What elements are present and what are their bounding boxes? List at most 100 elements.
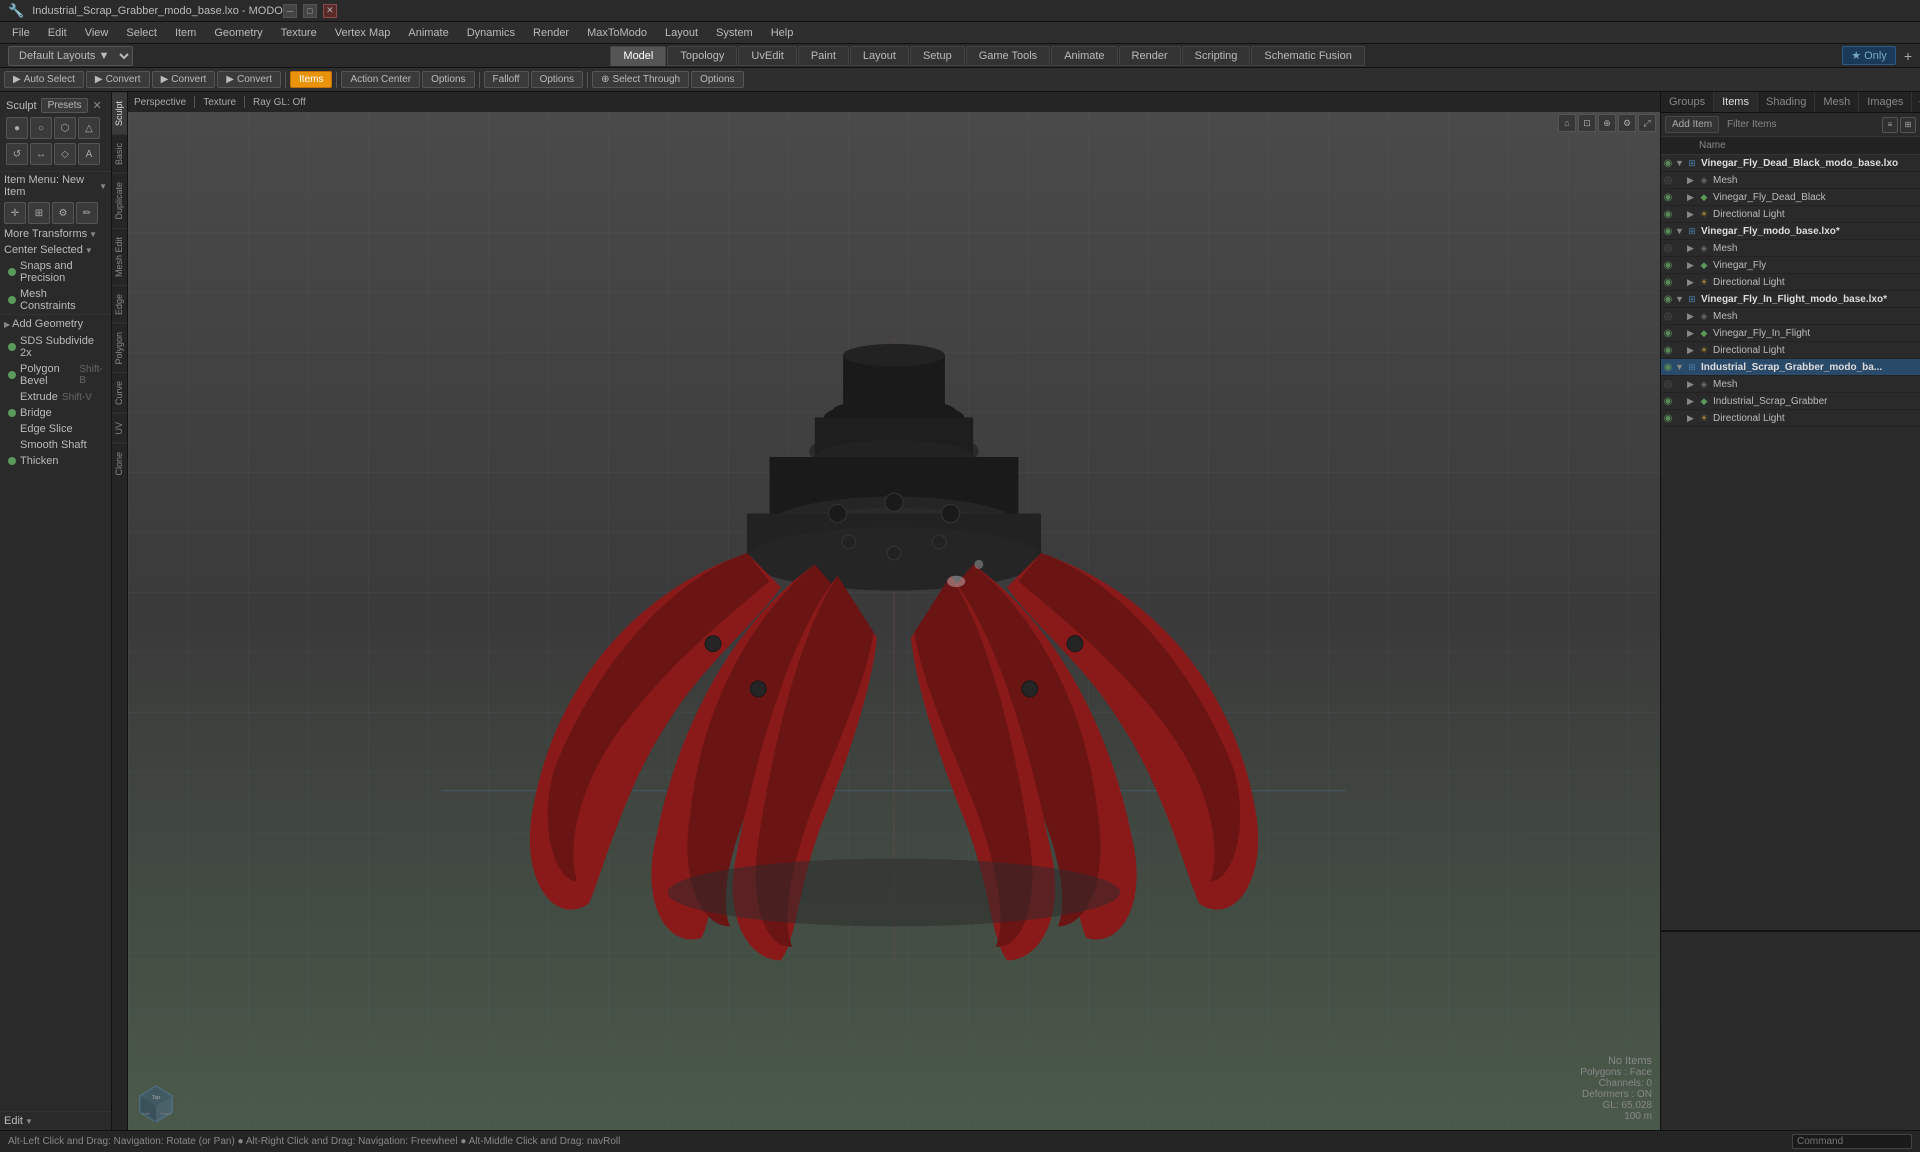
main-tab-render[interactable]: Render xyxy=(1119,46,1181,66)
item-expand-icon[interactable]: ▶ xyxy=(1687,175,1697,186)
side-tab-duplicate[interactable]: Duplicate xyxy=(112,173,127,228)
torus-tool-icon[interactable]: ○ xyxy=(30,117,52,139)
text-tool-icon[interactable]: A xyxy=(78,143,100,165)
options-button-2[interactable]: Options xyxy=(531,71,583,88)
list-item[interactable]: ◉▶☀Directional Light xyxy=(1661,206,1920,223)
maximize-button[interactable]: □ xyxy=(303,4,317,18)
item-expand-icon[interactable]: ▶ xyxy=(1687,396,1697,407)
viewport-zoom-icon[interactable]: ⊕ xyxy=(1598,114,1616,132)
side-tab-basic[interactable]: Basic xyxy=(112,134,127,173)
menu-item-texture[interactable]: Texture xyxy=(273,25,325,41)
items-button[interactable]: Items xyxy=(290,71,332,88)
tool-item-polygon-bevel[interactable]: Polygon BevelShift-B xyxy=(0,361,111,389)
list-item[interactable]: ◉▼⊞Vinegar_Fly_modo_base.lxo* xyxy=(1661,223,1920,240)
item-visibility-icon[interactable]: ◉ xyxy=(1661,326,1675,340)
tool-item-thicken[interactable]: Thicken xyxy=(0,453,111,469)
main-tab-model[interactable]: Model xyxy=(610,46,666,66)
viewport-home-icon[interactable]: ⌂ xyxy=(1558,114,1576,132)
item-visibility-icon[interactable]: ◎ xyxy=(1661,377,1675,391)
menu-item-system[interactable]: System xyxy=(708,25,761,41)
diamond-tool-icon[interactable]: ◇ xyxy=(54,143,76,165)
list-item[interactable]: ◉▶☀Directional Light xyxy=(1661,410,1920,427)
minimize-button[interactable]: ─ xyxy=(283,4,297,18)
item-expand-icon[interactable]: ▶ xyxy=(1687,260,1697,271)
item-expand-icon[interactable]: ▶ xyxy=(1687,345,1697,356)
settings-icon[interactable]: ⚙ xyxy=(52,202,74,224)
star-only-button[interactable]: ★ Only xyxy=(1842,46,1896,65)
list-item[interactable]: ◉▶☀Directional Light xyxy=(1661,274,1920,291)
side-tab-clone[interactable]: Clone xyxy=(112,443,127,484)
menu-item-view[interactable]: View xyxy=(77,25,117,41)
list-item[interactable]: ◎▶◈Mesh xyxy=(1661,308,1920,325)
options-button-3[interactable]: Options xyxy=(691,71,743,88)
snaps-precision-item[interactable]: Snaps and Precision xyxy=(0,258,111,286)
move-icon[interactable]: ✛ xyxy=(4,202,26,224)
ray-gl-label[interactable]: Ray GL: Off xyxy=(253,97,306,108)
hex-tool-icon[interactable]: ⬡ xyxy=(54,117,76,139)
perspective-label[interactable]: Perspective xyxy=(134,97,186,108)
close-button[interactable]: ✕ xyxy=(323,4,337,18)
rp-tab-images[interactable]: Images xyxy=(1859,92,1912,112)
item-visibility-icon[interactable]: ◉ xyxy=(1661,258,1675,272)
main-tab-animate[interactable]: Animate xyxy=(1051,46,1117,66)
convert-button-1[interactable]: ▶ Convert xyxy=(86,71,150,88)
presets-button[interactable]: Presets xyxy=(41,98,89,113)
list-item[interactable]: ◎▶◈Mesh xyxy=(1661,376,1920,393)
tool-item-bridge[interactable]: Bridge xyxy=(0,405,111,421)
menu-item-geometry[interactable]: Geometry xyxy=(206,25,270,41)
presets-close-icon[interactable]: ✕ xyxy=(92,99,101,112)
item-visibility-icon[interactable]: ◉ xyxy=(1661,394,1675,408)
grid-icon[interactable]: ⊞ xyxy=(28,202,50,224)
list-item[interactable]: ◉▶◆Industrial_Scrap_Grabber xyxy=(1661,393,1920,410)
menu-item-vertex map[interactable]: Vertex Map xyxy=(327,25,399,41)
main-tab-setup[interactable]: Setup xyxy=(910,46,965,66)
edit-dropdown[interactable]: Edit ▼ xyxy=(0,1111,111,1130)
rp-icon-btn-2[interactable]: ⊞ xyxy=(1900,117,1916,133)
rp-tab-mesh[interactable]: Mesh xyxy=(1815,92,1859,112)
add-item-button[interactable]: Add Item xyxy=(1665,116,1719,133)
convert-button-2[interactable]: ▶ Convert xyxy=(152,71,216,88)
tri-tool-icon[interactable]: △ xyxy=(78,117,100,139)
list-item[interactable]: ◎▶◈Mesh xyxy=(1661,240,1920,257)
menu-item-render[interactable]: Render xyxy=(525,25,577,41)
item-visibility-icon[interactable]: ◎ xyxy=(1661,309,1675,323)
list-item[interactable]: ◉▼⊞Vinegar_Fly_In_Flight_modo_base.lxo* xyxy=(1661,291,1920,308)
menu-item-item[interactable]: Item xyxy=(167,25,204,41)
main-tab-schematic-fusion[interactable]: Schematic Fusion xyxy=(1251,46,1364,66)
item-visibility-icon[interactable]: ◉ xyxy=(1661,292,1675,306)
texture-label[interactable]: Texture xyxy=(203,97,236,108)
side-tab-polygon[interactable]: Polygon xyxy=(112,323,127,373)
main-tab-topology[interactable]: Topology xyxy=(667,46,737,66)
rp-tab-items[interactable]: Items xyxy=(1714,92,1758,112)
item-expand-icon[interactable]: ▼ xyxy=(1675,294,1685,304)
add-tab-button[interactable]: + xyxy=(1900,48,1916,64)
menu-item-maxtomodo[interactable]: MaxToModo xyxy=(579,25,655,41)
rp-icon-btn-1[interactable]: ≡ xyxy=(1882,117,1898,133)
item-expand-icon[interactable]: ▶ xyxy=(1687,192,1697,203)
rp-tab-plus[interactable]: + xyxy=(1912,92,1920,112)
main-tab-game-tools[interactable]: Game Tools xyxy=(966,46,1051,66)
mesh-constraints-item[interactable]: Mesh Constraints xyxy=(0,286,111,314)
command-input[interactable] xyxy=(1792,1134,1912,1149)
menu-item-edit[interactable]: Edit xyxy=(40,25,75,41)
list-item[interactable]: ◉▶◆Vinegar_Fly_Dead_Black xyxy=(1661,189,1920,206)
list-item[interactable]: ◉▶◆Vinegar_Fly_In_Flight xyxy=(1661,325,1920,342)
menu-item-select[interactable]: Select xyxy=(118,25,165,41)
item-expand-icon[interactable]: ▼ xyxy=(1675,226,1685,236)
list-item[interactable]: ◉▼⊞Vinegar_Fly_Dead_Black_modo_base.lxo xyxy=(1661,155,1920,172)
item-expand-icon[interactable]: ▶ xyxy=(1687,243,1697,254)
options-button-1[interactable]: Options xyxy=(422,71,474,88)
tool-item-smooth-shaft[interactable]: Smooth Shaft xyxy=(0,437,111,453)
add-geometry-dropdown[interactable]: ▶ Add Geometry xyxy=(0,314,111,333)
viewport-fit-icon[interactable]: ⊡ xyxy=(1578,114,1596,132)
tool-item-sds-subdivide-2x[interactable]: SDS Subdivide 2x xyxy=(0,333,111,361)
item-visibility-icon[interactable]: ◎ xyxy=(1661,241,1675,255)
viewport-settings-icon[interactable]: ⚙ xyxy=(1618,114,1636,132)
item-visibility-icon[interactable]: ◉ xyxy=(1661,224,1675,238)
menu-item-help[interactable]: Help xyxy=(763,25,802,41)
list-item[interactable]: ◉▶☀Directional Light xyxy=(1661,342,1920,359)
item-expand-icon[interactable]: ▶ xyxy=(1687,413,1697,424)
main-tab-uvedit[interactable]: UvEdit xyxy=(738,46,796,66)
main-tab-layout[interactable]: Layout xyxy=(850,46,909,66)
center-selected-dropdown[interactable]: Center Selected ▼ xyxy=(0,242,111,258)
